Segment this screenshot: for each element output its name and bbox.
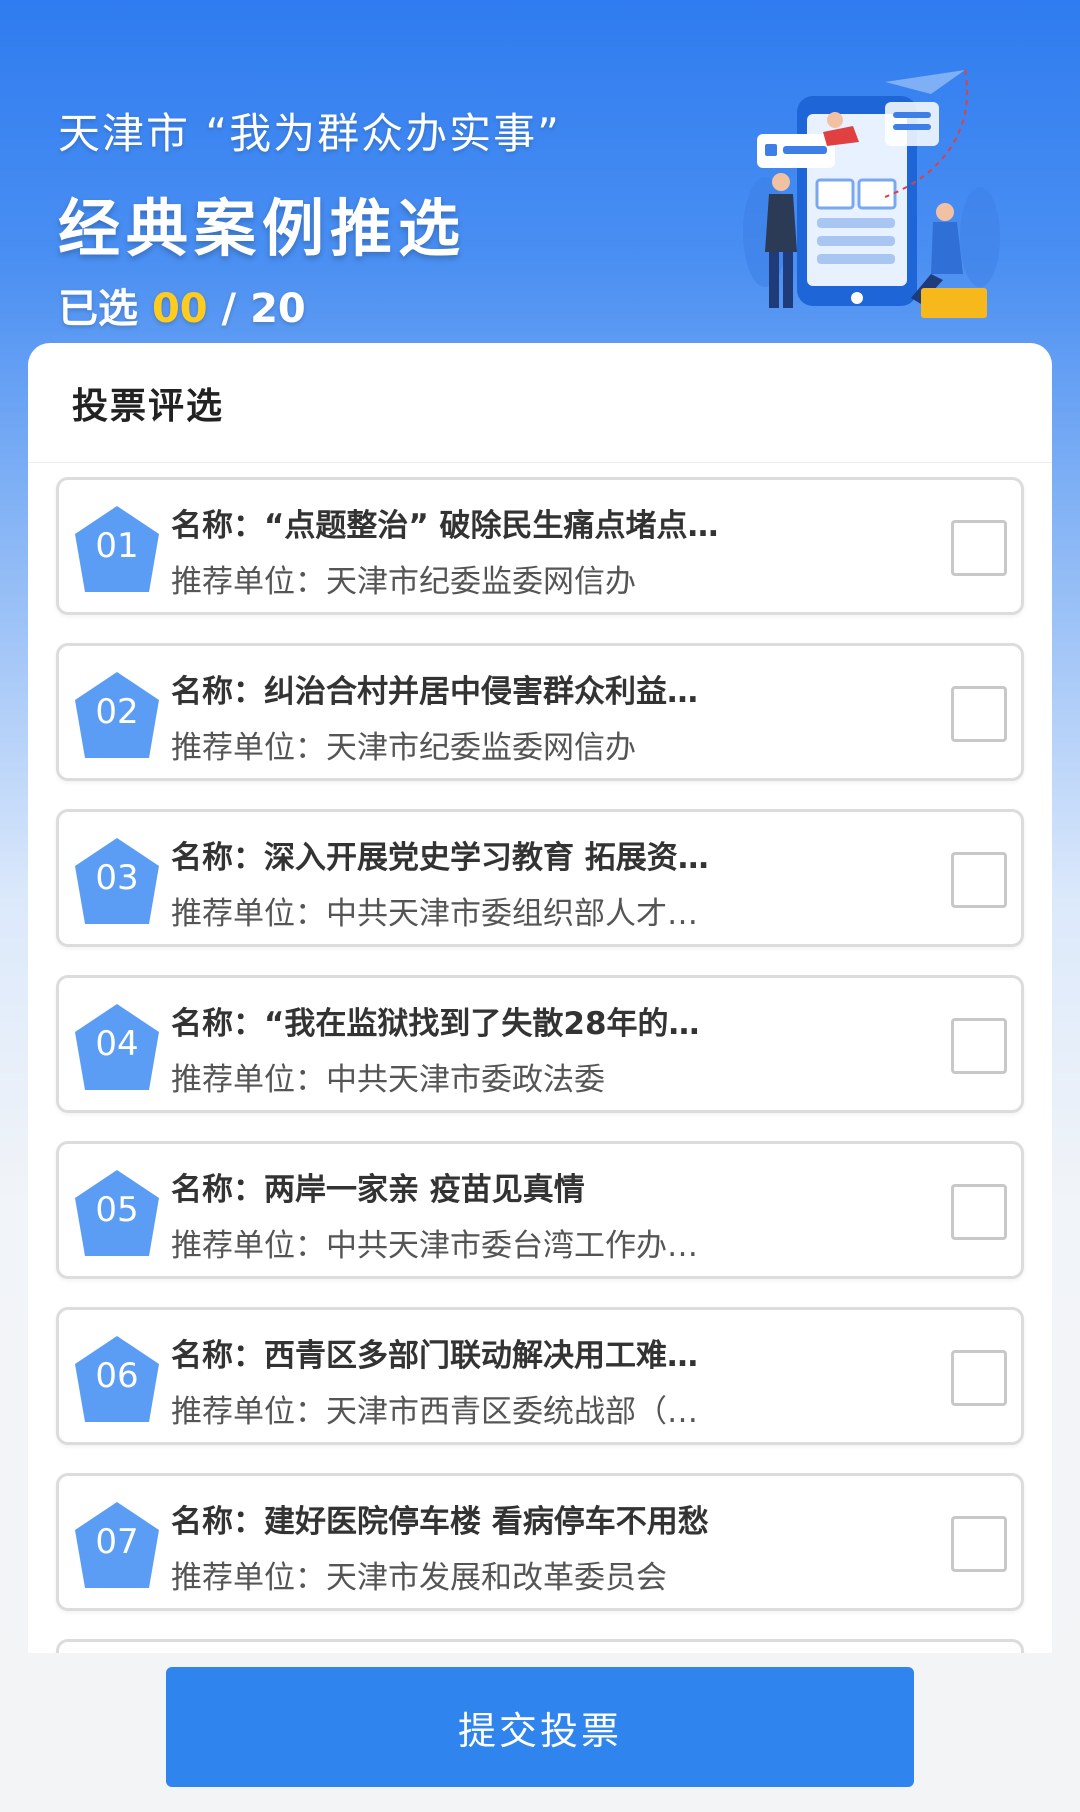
case-item-partial[interactable] — [56, 1639, 1024, 1653]
case-unit: 推荐单位：天津市发展和改革委员会 — [171, 1560, 667, 1596]
badge-number: 02 — [95, 692, 139, 732]
case-name: 名称：深入开展党史学习教育 拓展资… — [171, 840, 709, 876]
case-unit: 推荐单位：天津市西青区委统战部（… — [171, 1394, 698, 1430]
case-name: 名称：“我在监狱找到了失散28年的… — [171, 1006, 700, 1042]
number-badge: 01 — [73, 504, 161, 594]
case-name: 名称：纠治合村并居中侵害群众利益… — [171, 674, 698, 710]
header-banner: 天津市 “我为群众办实事” 经典案例推选 已选 00 / 20 — [0, 0, 1080, 340]
case-name: 名称：“点题整治” 破除民生痛点堵点… — [171, 508, 719, 544]
case-unit: 推荐单位：中共天津市委组织部人才… — [171, 896, 698, 932]
voting-panel: 投票评选 01 名称：“点题整治” 破除民生痛点堵点… 推荐单位：天津市纪委监委… — [28, 343, 1052, 1653]
case-list: 01 名称：“点题整治” 破除民生痛点堵点… 推荐单位：天津市纪委监委网信办 0… — [28, 477, 1052, 1653]
number-badge: 04 — [73, 1002, 161, 1092]
vote-checkbox[interactable] — [951, 852, 1007, 908]
submit-vote-button[interactable]: 提交投票 — [166, 1667, 914, 1787]
case-item-04[interactable]: 04 名称：“我在监狱找到了失散28年的… 推荐单位：中共天津市委政法委 — [56, 975, 1024, 1113]
vote-checkbox[interactable] — [951, 1350, 1007, 1406]
case-item-02[interactable]: 02 名称：纠治合村并居中侵害群众利益… 推荐单位：天津市纪委监委网信办 — [56, 643, 1024, 781]
selected-count: 00 — [151, 286, 208, 332]
vote-checkbox[interactable] — [951, 1018, 1007, 1074]
badge-number: 05 — [95, 1190, 139, 1230]
counter-separator: / — [207, 286, 251, 332]
case-item-03[interactable]: 03 名称：深入开展党史学习教育 拓展资… 推荐单位：中共天津市委组织部人才… — [56, 809, 1024, 947]
number-badge: 02 — [73, 670, 161, 760]
selected-counter: 已选 00 / 20 — [58, 276, 306, 334]
badge-number: 03 — [95, 858, 139, 898]
case-name: 名称：西青区多部门联动解决用工难… — [171, 1338, 698, 1374]
case-name: 名称：建好医院停车楼 看病停车不用愁 — [171, 1504, 709, 1540]
case-item-07[interactable]: 07 名称：建好医院停车楼 看病停车不用愁 推荐单位：天津市发展和改革委员会 — [56, 1473, 1024, 1611]
badge-number: 07 — [95, 1522, 139, 1562]
badge-number: 01 — [95, 526, 139, 566]
vote-checkbox[interactable] — [951, 1516, 1007, 1572]
voting-illustration — [743, 69, 1000, 318]
vote-checkbox[interactable] — [951, 520, 1007, 576]
badge-number: 04 — [95, 1024, 139, 1064]
case-item-06[interactable]: 06 名称：西青区多部门联动解决用工难… 推荐单位：天津市西青区委统战部（… — [56, 1307, 1024, 1445]
number-badge: 06 — [73, 1334, 161, 1424]
vote-checkbox[interactable] — [951, 1184, 1007, 1240]
panel-header: 投票评选 — [28, 343, 1052, 463]
case-name: 名称：两岸一家亲 疫苗见真情 — [171, 1172, 585, 1208]
case-unit: 推荐单位：天津市纪委监委网信办 — [171, 564, 636, 600]
case-unit: 推荐单位：中共天津市委政法委 — [171, 1062, 605, 1098]
page-title: 经典案例推选 — [58, 192, 467, 265]
total-count: 20 — [250, 286, 306, 332]
case-unit: 推荐单位：天津市纪委监委网信办 — [171, 730, 636, 766]
bottom-bar: 提交投票 — [0, 1653, 1080, 1812]
case-unit: 推荐单位：中共天津市委台湾工作办… — [171, 1228, 698, 1264]
number-badge: 03 — [73, 836, 161, 926]
panel-title: 投票评选 — [72, 385, 225, 427]
case-item-01[interactable]: 01 名称：“点题整治” 破除民生痛点堵点… 推荐单位：天津市纪委监委网信办 — [56, 477, 1024, 615]
sub-title: 天津市 “我为群众办实事” — [58, 109, 561, 158]
number-badge: 07 — [73, 1500, 161, 1590]
badge-number: 06 — [95, 1356, 139, 1396]
vote-checkbox[interactable] — [951, 686, 1007, 742]
selected-label: 已选 — [58, 286, 152, 332]
case-item-05[interactable]: 05 名称：两岸一家亲 疫苗见真情 推荐单位：中共天津市委台湾工作办… — [56, 1141, 1024, 1279]
number-badge: 05 — [73, 1168, 161, 1258]
